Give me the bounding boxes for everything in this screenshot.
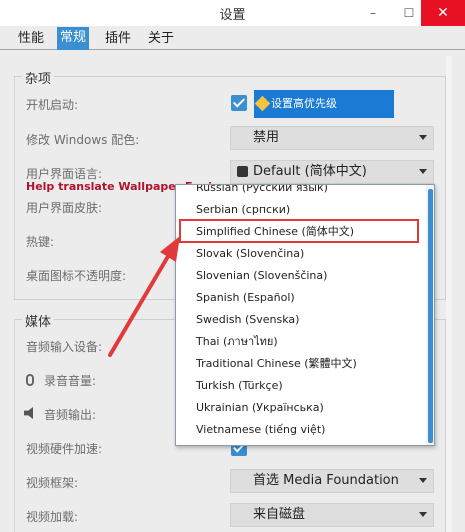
close-button[interactable]: ✕ xyxy=(421,0,465,26)
shield-icon xyxy=(254,95,271,112)
maximize-icon: ☐ xyxy=(403,6,415,20)
record-volume-label: 录音音量: xyxy=(44,374,97,388)
video-loading-value: 来自磁盘 xyxy=(253,507,306,522)
hw-accel-label: 视频硬件加速: xyxy=(26,442,103,456)
hotkey-label: 热键: xyxy=(26,235,55,249)
video-framework-value: 首选 Media Foundation xyxy=(253,473,399,488)
misc-group-title: 杂项 xyxy=(22,68,55,87)
close-icon: ✕ xyxy=(437,5,449,21)
video-loading-select[interactable]: 来自磁盘 xyxy=(230,503,434,527)
chevron-down-icon xyxy=(419,478,427,483)
annotation-highlight-box xyxy=(179,219,419,243)
tab-plugins[interactable]: 插件 xyxy=(102,29,134,50)
language-option[interactable]: Russian (Русский язык) xyxy=(176,185,424,199)
ui-skin-label: 用户界面皮肤: xyxy=(26,201,103,215)
tab-bar: 性能 常规 插件 关于 xyxy=(0,26,465,50)
language-option[interactable]: Slovenian (Slovenščina) xyxy=(176,265,424,287)
tab-general[interactable]: 常规 xyxy=(57,27,90,50)
minimize-button[interactable]: – xyxy=(355,0,391,26)
tab-performance[interactable]: 性能 xyxy=(15,29,47,50)
dropdown-scrollbar[interactable] xyxy=(426,185,434,445)
language-option[interactable]: Turkish (Türkçe) xyxy=(176,375,424,397)
chevron-down-icon xyxy=(419,135,427,140)
windows-color-select[interactable]: 禁用 xyxy=(230,126,434,150)
language-option[interactable]: Ukrainian (Українська) xyxy=(176,397,424,419)
desktop-icon-opacity-label: 桌面图标不透明度: xyxy=(26,269,127,283)
set-high-priority-button[interactable]: 设置高优先级 xyxy=(254,90,394,118)
language-option[interactable]: Vietnamese (tiếng việt) xyxy=(176,419,424,441)
startup-checkbox[interactable] xyxy=(231,95,247,111)
chevron-down-icon xyxy=(419,512,427,517)
video-loading-label: 视频加载: xyxy=(26,510,79,524)
language-option[interactable]: Thai (ภาษาไทย) xyxy=(176,331,424,353)
video-framework-select[interactable]: 首选 Media Foundation xyxy=(230,469,434,493)
media-group-title: 媒体 xyxy=(22,311,55,330)
ui-language-select[interactable]: Default (简体中文) xyxy=(230,160,434,184)
language-option[interactable]: Swedish (Svenska) xyxy=(176,309,424,331)
audio-output-label: 音频输出: xyxy=(44,408,97,422)
settings-window: 设置 – ☐ ✕ 性能 常规 插件 关于 杂项 开机启动: 设置高优先级 修改 … xyxy=(0,0,465,532)
video-framework-label: 视频框架: xyxy=(26,476,79,490)
windows-color-label: 修改 Windows 配色: xyxy=(26,133,140,147)
chevron-down-icon xyxy=(419,169,427,174)
audio-input-label: 音频输入设备: xyxy=(26,340,103,354)
windows-color-value: 禁用 xyxy=(253,130,280,145)
minimize-icon: – xyxy=(370,6,376,20)
language-option[interactable]: Serbian (српски) xyxy=(176,199,424,221)
checkbox-icon xyxy=(237,166,248,177)
language-option[interactable]: Traditional Chinese (繁體中文) xyxy=(176,353,424,375)
dropdown-scroll-thumb[interactable] xyxy=(428,189,433,443)
set-high-priority-label: 设置高优先级 xyxy=(271,97,337,110)
microphone-icon xyxy=(26,374,34,386)
language-option[interactable]: Slovak (Slovenčina) xyxy=(176,243,424,265)
language-option[interactable]: Spanish (Español) xyxy=(176,287,424,309)
ui-language-value: Default (简体中文) xyxy=(253,164,367,179)
title-bar: 设置 – ☐ ✕ xyxy=(0,0,465,26)
startup-label: 开机启动: xyxy=(26,98,79,112)
tab-about[interactable]: 关于 xyxy=(145,29,177,50)
content-scrollbar[interactable] xyxy=(446,56,452,532)
